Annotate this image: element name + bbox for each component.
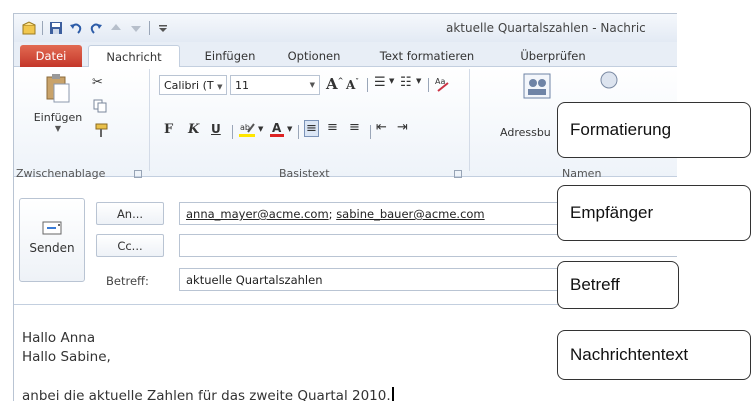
save-icon[interactable]: [49, 21, 63, 35]
paste-icon: [46, 74, 70, 103]
window-title: aktuelle Quartalszahlen - Nachric: [446, 21, 646, 35]
callout-formatting: Formatierung: [557, 102, 751, 158]
check-names-icon[interactable]: [597, 70, 621, 92]
grow-font-icon[interactable]: A^: [326, 75, 344, 93]
toolbar-separator: [42, 21, 43, 35]
tab-insert[interactable]: Einfügen: [195, 45, 265, 67]
body-line-text: anbei die aktuelle Zahlen für das zweite…: [22, 388, 391, 401]
copy-icon[interactable]: [93, 99, 107, 113]
ribbon-separator: [232, 125, 233, 139]
address-book-label[interactable]: Adressbu: [500, 126, 551, 139]
highlight-dropdown-icon[interactable]: ▼: [258, 125, 263, 133]
decrease-indent-icon[interactable]: ⇤: [376, 120, 387, 135]
font-size-value: 11: [235, 79, 249, 92]
font-name-value: Calibri (T: [164, 79, 214, 92]
bullets-dropdown-icon[interactable]: ▼: [389, 77, 394, 85]
cut-icon[interactable]: ✂: [92, 75, 103, 90]
send-envelope-icon: [42, 221, 62, 235]
font-name-combo[interactable]: Calibri (T ▼: [159, 75, 227, 95]
font-color-dropdown-icon[interactable]: ▼: [287, 125, 292, 133]
bullets-icon[interactable]: ☰: [374, 75, 386, 90]
clear-formatting-icon[interactable]: Aa: [434, 75, 452, 93]
align-left-icon[interactable]: ≡: [304, 120, 319, 137]
redo-icon[interactable]: [89, 21, 103, 35]
tab-file[interactable]: Datei: [20, 45, 82, 67]
align-center-icon[interactable]: ≡: [327, 120, 338, 135]
tab-review[interactable]: Überprüfen: [508, 45, 598, 67]
ribbon-separator: [428, 78, 429, 92]
body-line-with-cursor: anbei die aktuelle Zahlen für das zweite…: [22, 387, 394, 401]
highlight-color-icon[interactable]: ab: [238, 120, 256, 138]
tab-format-text[interactable]: Text formatieren: [367, 45, 487, 67]
paste-button[interactable]: Einfügen ▼: [31, 69, 85, 133]
ribbon-separator: [298, 125, 299, 139]
send-label: Senden: [29, 241, 75, 255]
ribbon-separator: [370, 125, 371, 139]
recipient-address[interactable]: anna_mayer@acme.com: [186, 207, 329, 221]
undo-icon[interactable]: [69, 21, 83, 35]
body-line: Hallo Anna: [22, 330, 96, 346]
clipboard-dialog-launcher-icon[interactable]: [134, 170, 142, 178]
align-right-icon[interactable]: ≡: [349, 120, 360, 135]
body-line: Hallo Sabine,: [22, 349, 111, 365]
underline-button[interactable]: U: [211, 122, 221, 136]
clipboard-group-label: Zwischenablage: [16, 167, 106, 180]
increase-indent-icon[interactable]: ⇥: [397, 120, 408, 135]
cc-button[interactable]: Cc...: [96, 234, 164, 257]
numbering-icon[interactable]: ☷: [400, 75, 412, 90]
tab-options[interactable]: Optionen: [279, 45, 349, 67]
customize-toolbar-dropdown-icon[interactable]: [156, 21, 170, 35]
recipient-address[interactable]: sabine_bauer@acme.com: [336, 207, 484, 221]
numbering-dropdown-icon[interactable]: ▼: [416, 77, 421, 85]
subject-label: Betreff:: [106, 274, 149, 288]
svg-text:A: A: [272, 121, 282, 135]
paste-label: Einfügen: [33, 111, 83, 124]
callout-recipient: Empfänger: [557, 185, 751, 241]
group-separator: [469, 69, 470, 171]
title-bar: aktuelle Quartalszahlen - Nachric: [14, 14, 677, 42]
svg-text:Aa: Aa: [435, 77, 445, 86]
previous-item-icon[interactable]: [109, 21, 123, 35]
text-cursor: [391, 387, 394, 401]
callout-message-text: Nachrichtentext: [557, 330, 751, 380]
font-size-dropdown-icon[interactable]: ▼: [310, 81, 315, 89]
outlook-app-icon[interactable]: [22, 21, 36, 35]
shrink-font-icon[interactable]: Aˇ: [346, 77, 359, 92]
ribbon-separator: [367, 78, 368, 92]
to-button[interactable]: An...: [96, 202, 164, 225]
quick-access-toolbar: [22, 20, 170, 36]
address-book-icon[interactable]: [522, 72, 552, 100]
font-size-combo[interactable]: 11 ▼: [230, 75, 320, 95]
basictext-dialog-launcher-icon[interactable]: [454, 170, 462, 178]
paste-dropdown-icon[interactable]: ▼: [31, 124, 85, 133]
bold-button[interactable]: F: [164, 122, 173, 137]
font-name-dropdown-icon[interactable]: ▼: [217, 83, 222, 91]
group-separator: [149, 69, 150, 171]
format-painter-icon[interactable]: [93, 123, 109, 139]
names-group-label: Namen: [562, 167, 602, 180]
tab-message[interactable]: Nachricht: [88, 45, 180, 67]
italic-button[interactable]: K: [188, 122, 199, 137]
send-button[interactable]: Senden: [19, 198, 85, 282]
ribbon-tabs: Datei Nachricht Einfügen Optionen Text f…: [14, 42, 677, 67]
next-item-icon[interactable]: [129, 21, 143, 35]
font-color-icon[interactable]: A: [269, 120, 285, 138]
toolbar-separator: [149, 21, 150, 35]
callout-subject: Betreff: [557, 261, 679, 309]
basictext-group-label: Basistext: [279, 167, 330, 180]
